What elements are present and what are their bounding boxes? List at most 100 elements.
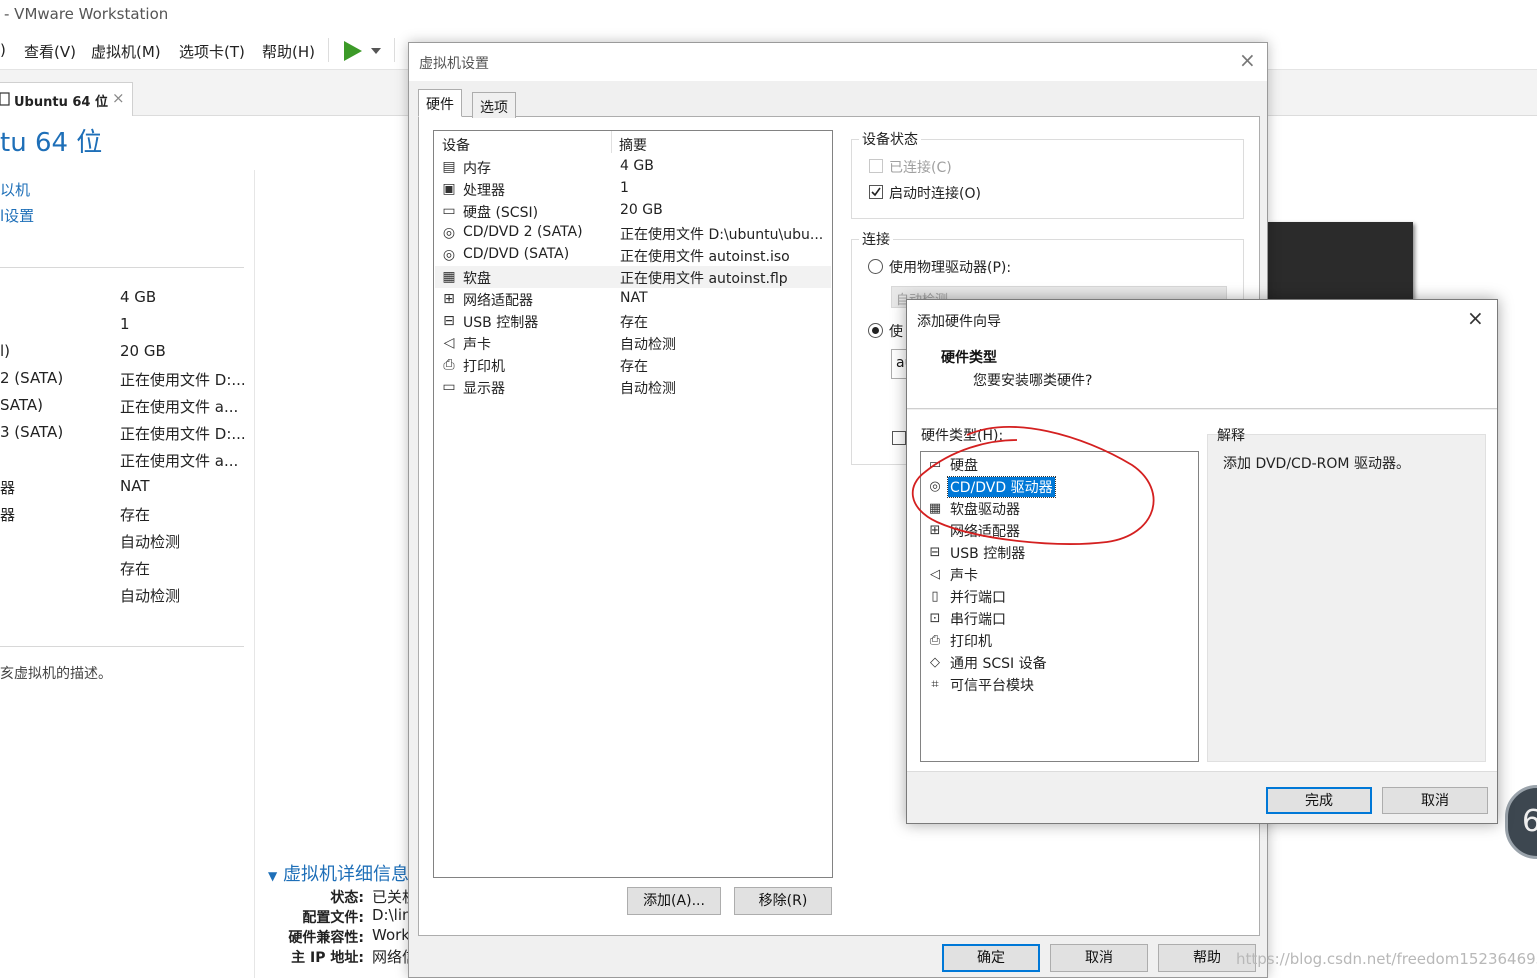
add-hardware-wizard: 添加硬件向导 × 硬件类型 您要安装哪类硬件? 硬件类型(H): ▭ 硬盘 ◎ CD/… — [906, 299, 1498, 824]
hardware-type-item[interactable]: ▭ 硬盘 — [924, 454, 1194, 475]
hardware-type-item[interactable]: ◇ 通用 SCSI 设备 — [924, 652, 1194, 673]
device-summary-label: 器 — [0, 506, 16, 524]
device-summary-value: 自动检测 — [120, 533, 181, 551]
floppy-icon: ▦ — [928, 501, 942, 516]
physical-drive-radio[interactable] — [868, 259, 883, 274]
cd-dvd-icon: ◎ — [442, 247, 456, 263]
tpm-icon: ⌗ — [931, 677, 939, 692]
finish-button[interactable]: 完成 — [1266, 787, 1372, 814]
watermark-text: https://blog.csdn.net/freedom1523646952 — [1236, 950, 1537, 968]
parallel-port-icon: ▯ — [931, 589, 939, 604]
device-row[interactable]: ◎ CD/DVD (SATA) 正在使用文件 autoinst.iso — [435, 244, 831, 266]
device-list[interactable]: 设备 摘要 ▤ 内存 4 GB ▣ 处理器 1 ▭ 硬盘 (SCSI) 20 GB ◎ CD/DVD… — [433, 130, 833, 878]
device-name: 打印机 — [463, 359, 505, 375]
wizard-cancel-button[interactable]: 取消 — [1382, 787, 1488, 814]
hardware-type-list[interactable]: ▭ 硬盘 ◎ CD/DVD 驱动器 ▦ 软盘驱动器 ⊞ 网络适配器 ⊟ USB 控制器 ◁ 声卡 ▯ 并行… — [920, 451, 1199, 762]
hardware-type-item[interactable]: ⎙ 打印机 — [924, 630, 1194, 651]
hardware-type-name: 声卡 — [950, 568, 978, 584]
iso-image-label: 使 — [889, 324, 903, 340]
column-separator[interactable] — [611, 131, 612, 153]
device-summary-value: 自动检测 — [120, 587, 181, 605]
device-row[interactable]: ⊟ USB 控制器 存在 — [435, 310, 831, 332]
cancel-button[interactable]: 取消 — [1050, 944, 1148, 972]
column-header-summary[interactable]: 摘要 — [619, 135, 647, 155]
device-summary-value: 1 — [120, 315, 130, 333]
hardware-type-name: 硬盘 — [950, 458, 978, 474]
menu-item-help[interactable]: 帮助(H) — [262, 41, 315, 62]
device-summary-value: 存在 — [120, 506, 151, 524]
device-row[interactable]: ◎ CD/DVD 2 (SATA) 正在使用文件 D:\ubuntu\ubu... — [435, 222, 831, 244]
menu-item-edit[interactable]: ) — [0, 41, 6, 59]
tab-ubuntu-64[interactable]: Ubuntu 64 位 × — [0, 82, 133, 116]
device-summary-label: 3 (SATA) — [0, 423, 64, 441]
hardware-type-item[interactable]: ⊞ 网络适配器 — [924, 520, 1194, 541]
device-summary-value: 正在使用文件 D:... — [120, 425, 246, 443]
hardware-type-item[interactable]: ◎ CD/DVD 驱动器 — [924, 476, 1194, 498]
hardware-type-name: USB 控制器 — [950, 546, 1026, 562]
hardware-type-item[interactable]: ◁ 声卡 — [924, 564, 1194, 585]
device-summary: 1 — [620, 180, 629, 196]
ok-button[interactable]: 确定 — [942, 944, 1040, 972]
wizard-heading: 硬件类型 — [941, 350, 997, 366]
vm-icon — [0, 92, 10, 106]
device-row[interactable]: ▤ 内存 4 GB — [435, 156, 831, 178]
printer-icon: ⎙ — [929, 633, 941, 648]
device-row[interactable]: ▭ 硬盘 (SCSI) 20 GB — [435, 200, 831, 222]
hardware-type-item[interactable]: ⊡ 串行端口 — [924, 608, 1194, 629]
menu-item-vm[interactable]: 虚拟机(M) — [91, 41, 161, 62]
device-summary-value: 4 GB — [120, 288, 157, 306]
connected-checkbox[interactable] — [869, 159, 883, 173]
cd-dvd-icon: ◎ — [442, 225, 456, 241]
hardware-type-item[interactable]: ▦ 软盘驱动器 — [924, 498, 1194, 519]
toolbar-separator — [328, 38, 329, 62]
chevron-down-icon[interactable] — [370, 47, 382, 55]
harddisk-icon: ▭ — [442, 203, 456, 219]
device-summary-label: l) — [0, 342, 11, 360]
connect-at-power-on-checkbox[interactable] — [869, 185, 883, 199]
tab-hardware[interactable]: 硬件 — [418, 89, 462, 117]
vm-details-title: 虚拟机详细信息 — [282, 864, 409, 885]
power-on-icon[interactable] — [342, 40, 364, 62]
device-summary-label: 器 — [0, 479, 16, 497]
usb-icon: ⊟ — [929, 545, 941, 560]
remove-device-button[interactable]: 移除(R) — [734, 887, 832, 915]
detail-value: 已关机 — [372, 888, 408, 906]
edit-vm-settings-link[interactable]: l设置 — [0, 205, 34, 226]
device-row[interactable]: ▦ 软盘 正在使用文件 autoinst.flp — [435, 266, 831, 288]
scsi-device-icon: ◇ — [930, 655, 940, 670]
device-summary-value: NAT — [120, 477, 150, 495]
vm-description[interactable]: 亥虚拟机的描述。 — [0, 663, 112, 683]
hardware-type-item[interactable]: ⌗ 可信平台模块 — [924, 674, 1194, 695]
tab-options[interactable]: 选项 — [472, 92, 516, 118]
close-icon[interactable]: × — [112, 89, 125, 107]
detail-value: 网络信息 — [372, 948, 408, 966]
device-summary: 自动检测 — [620, 337, 676, 353]
page-title: tu 64 位 — [0, 128, 103, 158]
device-row[interactable]: ⊞ 网络适配器 NAT — [435, 288, 831, 310]
menu-item-view[interactable]: 查看(V) — [24, 41, 76, 62]
hardware-type-name: 可信平台模块 — [950, 678, 1034, 694]
iso-image-radio[interactable] — [868, 323, 883, 338]
device-summary-value: 20 GB — [120, 342, 166, 360]
menu-item-tabs[interactable]: 选项卡(T) — [179, 41, 245, 62]
vm-screen-thumbnail[interactable] — [1266, 222, 1413, 300]
add-device-button[interactable]: 添加(A)... — [627, 887, 721, 915]
device-row[interactable]: ▣ 处理器 1 — [435, 178, 831, 200]
advanced-checkbox[interactable] — [892, 431, 906, 445]
device-row[interactable]: ◁ 声卡 自动检测 — [435, 332, 831, 354]
device-summary-label: SATA) — [0, 396, 44, 414]
close-icon[interactable]: × — [1467, 306, 1484, 330]
connect-at-power-on-label: 启动时连接(O) — [889, 186, 981, 202]
display-icon: ▭ — [442, 379, 456, 395]
dialog-titlebar — [409, 43, 1267, 81]
device-name: 网络适配器 — [463, 293, 533, 309]
hardware-type-item[interactable]: ▯ 并行端口 — [924, 586, 1194, 607]
device-row[interactable]: ⎙ 打印机 存在 — [435, 354, 831, 376]
device-summary: 存在 — [620, 315, 648, 331]
vm-details-header[interactable]: ▼ 虚拟机详细信息 — [268, 860, 409, 886]
column-header-device[interactable]: 设备 — [442, 135, 470, 155]
hardware-type-item[interactable]: ⊟ USB 控制器 — [924, 542, 1194, 563]
device-row[interactable]: ▭ 显示器 自动检测 — [435, 376, 831, 398]
power-on-vm-link[interactable]: 以机 — [0, 179, 30, 200]
close-icon[interactable]: × — [1239, 48, 1256, 72]
